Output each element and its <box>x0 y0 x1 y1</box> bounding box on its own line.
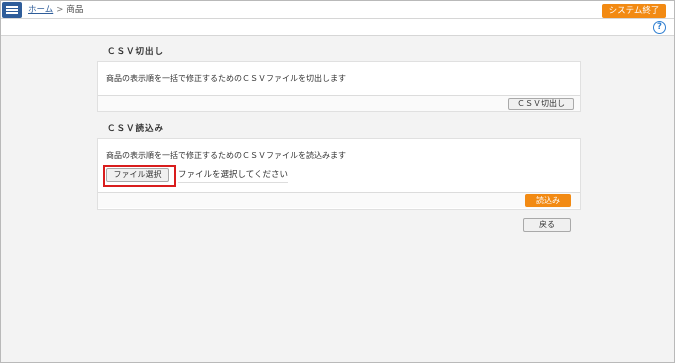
breadcrumb-current: 商品 <box>66 5 84 15</box>
top-bar: ホーム > 商品 システム終了 <box>1 1 674 19</box>
import-description: 商品の表示順を一括で修正するためのＣＳＶファイルを読込みます <box>106 151 346 160</box>
menu-icon[interactable] <box>2 2 22 18</box>
app-window: ホーム > 商品 システム終了 ? ＣＳＶ切出し 商品の表示順を一括で修正するための… <box>0 0 675 363</box>
system-exit-button[interactable]: システム終了 <box>602 4 666 18</box>
csv-export-button[interactable]: ＣＳＶ切出し <box>508 98 574 110</box>
breadcrumb-home-link[interactable]: ホーム <box>28 5 53 15</box>
back-button[interactable]: 戻る <box>523 218 571 232</box>
export-description: 商品の表示順を一括で修正するためのＣＳＶファイルを切出します <box>106 74 346 83</box>
export-section-title: ＣＳＶ切出し <box>107 47 165 57</box>
export-panel: 商品の表示順を一括で修正するためのＣＳＶファイルを切出します ＣＳＶ切出し <box>97 61 581 112</box>
breadcrumb-separator: > <box>56 5 64 15</box>
sub-bar <box>1 19 674 36</box>
import-submit-button[interactable]: 読込み <box>525 194 571 207</box>
file-select-button[interactable]: ファイル選択 <box>106 168 169 182</box>
import-section-title: ＣＳＶ読込み <box>107 124 165 134</box>
export-panel-footer: ＣＳＶ切出し <box>98 95 580 111</box>
import-panel-footer: 読込み <box>98 192 580 208</box>
file-status-text: ファイルを選択してください <box>178 168 288 183</box>
help-icon[interactable]: ? <box>653 21 666 34</box>
breadcrumb: ホーム > 商品 <box>28 4 83 16</box>
